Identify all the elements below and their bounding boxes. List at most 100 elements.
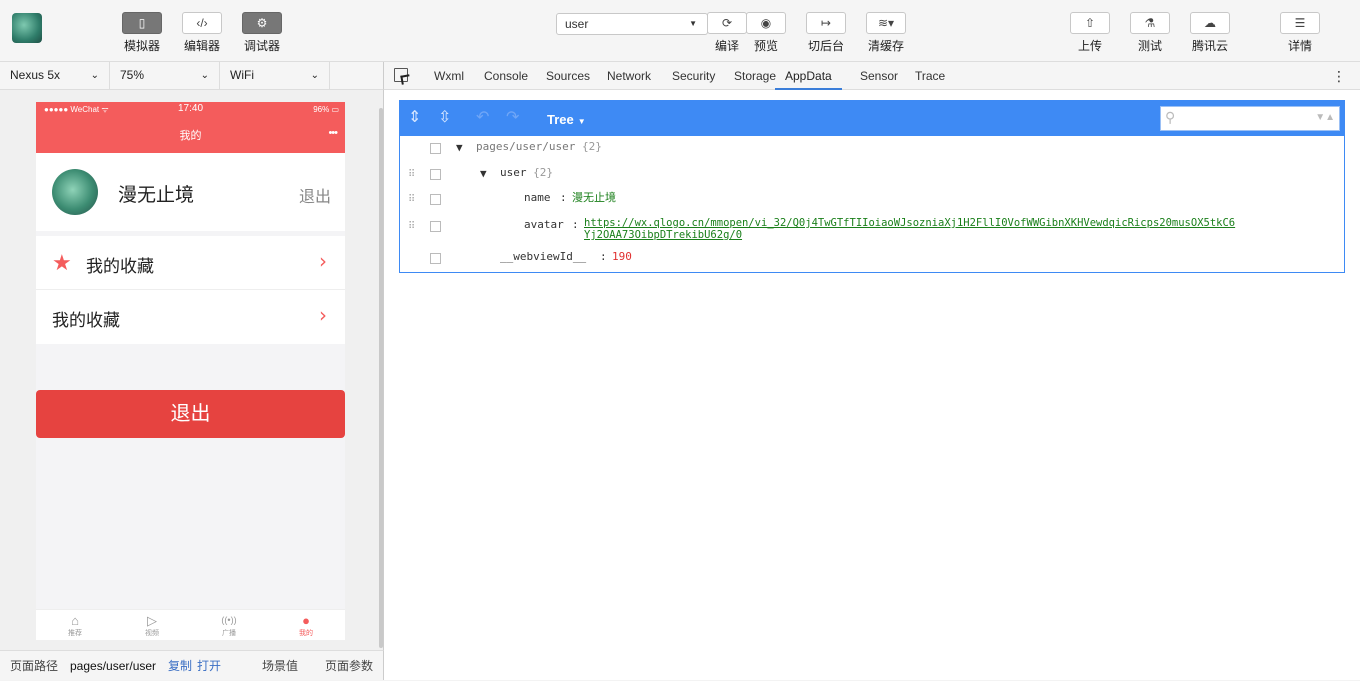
row-checkbox[interactable] [430, 194, 441, 205]
logout-button[interactable]: 退出 [36, 390, 345, 438]
drag-handle-icon[interactable]: ⠿ [408, 219, 416, 235]
zoom-select[interactable]: 75% ⌄ [110, 62, 220, 90]
avatar [52, 169, 98, 215]
open-link[interactable]: 打开 [197, 651, 221, 681]
avatar-key: avatar [524, 218, 564, 231]
appdata-panel: ⇕ ⇳ ↶ ↷ Tree ▼ ⚲ ▼▲ ▼ pages/user/user {2}… [384, 90, 1360, 680]
page-select[interactable]: user ▼ [556, 13, 708, 35]
debugger-label: 调试器 [243, 39, 280, 53]
row-checkbox[interactable] [430, 253, 441, 264]
device-model-select[interactable]: Nexus 5x ⌄ [0, 62, 110, 90]
tab-network[interactable]: Network [607, 62, 651, 90]
scene-value-button[interactable]: 场景值 [262, 651, 298, 681]
search-icon: ⚲ [1165, 109, 1176, 125]
tab-video[interactable]: ▷ 视频 [132, 613, 172, 638]
phone-navigation-bar: ●●●●● WeChat ᯤ 17:40 96% ▭ 我的 ••• [36, 102, 345, 153]
zoom-value: 75% [120, 68, 145, 82]
more-icon[interactable]: ••• [328, 127, 338, 139]
caret-down-icon: ▼ [577, 117, 586, 126]
favorites-label: 我的收藏 [86, 257, 154, 276]
page-path-label: 页面路径 [10, 659, 59, 673]
row-checkbox[interactable] [430, 221, 441, 232]
details-button[interactable]: ☰ 详情 [1272, 12, 1328, 54]
more-options-icon[interactable]: ⋮ [1332, 62, 1346, 90]
background-label: 切后台 [807, 39, 844, 53]
drag-handle-icon[interactable]: ⠿ [408, 192, 416, 208]
tencent-cloud-button[interactable]: ☁ 腾讯云 [1182, 12, 1238, 54]
expand-triangle-icon[interactable]: ▼ [480, 166, 487, 182]
editor-label: 编辑器 [183, 39, 220, 53]
chevron-right-icon: › [319, 303, 327, 327]
phone-icon: ▯ [122, 12, 162, 34]
tab-security[interactable]: Security [672, 62, 715, 90]
tab-sources[interactable]: Sources [546, 62, 590, 90]
favorites-label-2: 我的收藏 [52, 311, 120, 330]
colon-separator: : [600, 250, 607, 263]
drag-handle-icon[interactable]: ⠿ [408, 167, 416, 183]
editor-button[interactable]: ‹/› 编辑器 [174, 12, 230, 54]
debugger-button[interactable]: ⚙ 调试器 [234, 12, 290, 54]
colon-separator: : [572, 218, 579, 231]
collapse-all-icon[interactable]: ⇳ [438, 109, 451, 127]
tab-sensor[interactable]: Sensor [860, 62, 898, 90]
tab-storage[interactable]: Storage [734, 62, 776, 90]
row-checkbox[interactable] [430, 169, 441, 180]
name-value[interactable]: 漫无止境 [572, 190, 616, 206]
tree-row-webviewid[interactable]: __webviewId__ : 190 [400, 249, 1344, 271]
page-path-bar: 页面路径 pages/user/user 复制 打开 场景值 页面参数 [0, 650, 384, 680]
tree-row-user[interactable]: ⠿ ▼ user {2} [400, 165, 1344, 187]
tab-appdata[interactable]: AppData [775, 62, 842, 90]
tree-mode-label: Tree [547, 112, 574, 127]
tab-console[interactable]: Console [484, 62, 528, 90]
undo-icon[interactable]: ↶ [476, 109, 489, 127]
app-logo[interactable] [12, 13, 42, 43]
battery-indicator: 96% ▭ [313, 105, 339, 114]
avatar-url-value[interactable]: https://wx.qlogo.cn/mmopen/vi_32/Q0j4TwG… [584, 217, 1235, 241]
clear-cache-button[interactable]: ≋▾ 清缓存 [858, 12, 914, 54]
user-icon: ● [302, 613, 310, 628]
tab-recommend[interactable]: ⌂ 推荐 [55, 613, 95, 638]
redo-icon[interactable]: ↷ [506, 109, 519, 127]
tab-mine[interactable]: ● 我的 [286, 613, 326, 638]
device-bar: Nexus 5x ⌄ 75% ⌄ WiFi ⌄ [0, 62, 384, 90]
favorites-cell-2[interactable]: 我的收藏 › [36, 290, 345, 344]
chevron-right-icon: › [319, 249, 327, 273]
upload-button[interactable]: ⇧ 上传 [1062, 12, 1118, 54]
username: 漫无止境 [118, 185, 195, 206]
page-params-button[interactable]: 页面参数 [325, 651, 373, 681]
tree-row-root[interactable]: ▼ pages/user/user {2} [400, 139, 1344, 161]
code-icon: ‹/› [182, 12, 222, 34]
tree-search-input[interactable]: ⚲ ▼▲ [1160, 106, 1340, 131]
name-key: name [524, 191, 551, 204]
row-checkbox[interactable] [430, 143, 441, 154]
inspect-element-icon[interactable] [394, 68, 408, 82]
tree-row-avatar[interactable]: ⠿ avatar : https://wx.qlogo.cn/mmopen/vi… [400, 217, 1344, 247]
background-button[interactable]: ↦ 切后台 [798, 12, 854, 54]
simulator-pane: ●●●●● WeChat ᯤ 17:40 96% ▭ 我的 ••• 漫无止境 退… [0, 90, 384, 650]
webviewid-value[interactable]: 190 [612, 249, 632, 265]
tree-row-name[interactable]: ⠿ name : 漫无止境 [400, 190, 1344, 212]
phone-tab-bar: ⌂ 推荐 ▷ 视频 ((•)) 广播 ● 我的 [36, 609, 345, 640]
search-nav-arrows-icon[interactable]: ▼▲ [1315, 112, 1335, 123]
chevron-down-icon: ⌄ [310, 70, 319, 81]
preview-label: 预览 [753, 39, 778, 53]
tab-label: 广播 [222, 630, 236, 637]
expand-triangle-icon[interactable]: ▼ [456, 140, 463, 156]
home-icon: ⌂ [71, 613, 79, 628]
logout-link[interactable]: 退出 [299, 183, 331, 207]
simulator-scrollbar[interactable] [379, 108, 383, 648]
test-button[interactable]: ⚗ 测试 [1122, 12, 1178, 54]
copy-link[interactable]: 复制 [168, 651, 192, 681]
clear-cache-label: 清缓存 [867, 39, 904, 53]
details-label: 详情 [1287, 39, 1312, 53]
page-select-value: user [565, 17, 589, 31]
tab-trace[interactable]: Trace [915, 62, 945, 90]
tab-broadcast[interactable]: ((•)) 广播 [209, 613, 249, 638]
tab-wxml[interactable]: Wxml [434, 62, 464, 90]
simulator-button[interactable]: ▯ 模拟器 [114, 12, 170, 54]
expand-all-icon[interactable]: ⇕ [408, 109, 421, 127]
network-select[interactable]: WiFi ⌄ [220, 62, 330, 90]
favorites-cell[interactable]: ★ 我的收藏 › [36, 236, 345, 290]
preview-button[interactable]: ◉ 预览 [738, 12, 794, 54]
tree-mode-select[interactable]: Tree ▼ [547, 112, 586, 127]
